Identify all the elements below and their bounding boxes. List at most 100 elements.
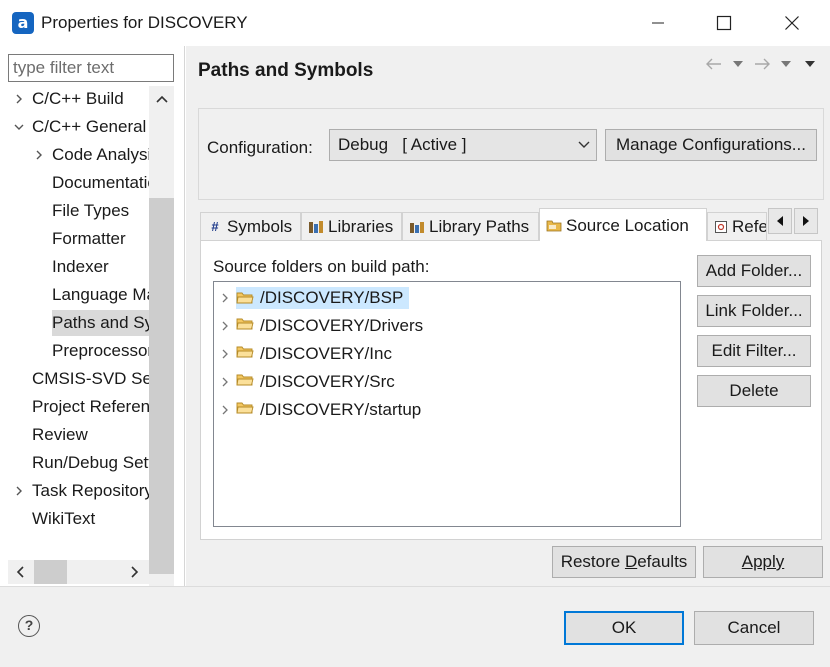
dialog-button-bar: ? OK Cancel <box>0 586 830 667</box>
app-logo-icon: a <box>12 12 34 34</box>
apply-button[interactable]: Apply <box>703 546 823 578</box>
tree-item-label: CMSIS-SVD Settings <box>32 369 150 388</box>
source-folder-row[interactable]: /DISCOVERY/Src <box>214 368 680 396</box>
restore-defaults-label: Restore Defaults <box>560 552 688 571</box>
configuration-select[interactable]: Debug [ Active ] <box>329 129 597 161</box>
library-icon <box>308 219 324 235</box>
chevron-right-icon[interactable] <box>214 405 236 415</box>
chevron-right-icon[interactable] <box>12 86 26 112</box>
source-folders-label: Source folders on build path: <box>213 257 430 276</box>
source-folder-item: /DISCOVERY/Inc <box>236 344 394 364</box>
chevron-up-icon <box>155 95 168 103</box>
source-folder-path: /DISCOVERY/Src <box>260 372 395 391</box>
chevron-right-icon[interactable] <box>214 321 236 331</box>
folder-icon <box>236 372 256 388</box>
tab-scroll-left-button[interactable] <box>768 208 792 234</box>
source-folder-path: /DISCOVERY/Inc <box>260 344 392 363</box>
view-menu-icon[interactable] <box>800 54 820 74</box>
add-folder-button[interactable]: Add Folder... <box>697 255 811 287</box>
tab-label: Libraries <box>328 217 394 236</box>
tab-label: Library Paths <box>429 217 530 236</box>
configuration-value: Debug [ Active ] <box>338 135 467 154</box>
folder-icon <box>236 316 256 332</box>
navigation-pane: C/C++ Build C/C++ General Code Analysis Doc… <box>0 46 185 604</box>
tree-item-label: Project References <box>32 397 150 416</box>
page-title: Paths and Symbols <box>198 60 374 81</box>
manage-configurations-button[interactable]: Manage Configurations... <box>605 129 817 161</box>
hash-icon: # <box>211 219 219 234</box>
source-location-panel: Source folders on build path: /DISCOVERY… <box>200 240 822 540</box>
scroll-up-button[interactable] <box>149 86 174 112</box>
edit-filter-button[interactable]: Edit Filter... <box>697 335 811 367</box>
chevron-right-icon <box>131 566 139 578</box>
chevron-right-icon[interactable] <box>214 377 236 387</box>
scroll-left-button[interactable] <box>8 560 32 584</box>
source-folder-row[interactable]: /DISCOVERY/Drivers <box>214 312 680 340</box>
tab-references[interactable]: References <box>707 212 767 240</box>
close-icon <box>785 16 799 30</box>
library-path-icon <box>409 219 425 235</box>
tree-horizontal-scrollbar[interactable] <box>8 560 149 584</box>
tab-symbols[interactable]: # Symbols <box>200 212 301 240</box>
tab-libraries[interactable]: Libraries <box>301 212 402 240</box>
tab-bar: # Symbols Libraries Library Paths Source… <box>200 208 822 241</box>
chevron-left-icon <box>16 566 24 578</box>
tree-vertical-scrollbar[interactable] <box>149 86 174 604</box>
back-menu-icon[interactable] <box>728 54 748 74</box>
source-folder-row[interactable]: /DISCOVERY/startup <box>214 396 680 424</box>
delete-button[interactable]: Delete <box>697 375 811 407</box>
title-bar: a Properties for DISCOVERY <box>0 0 830 46</box>
tree-item-label: Indexer <box>52 257 109 276</box>
tree-item-label: Run/Debug Settings <box>32 453 150 472</box>
chevron-right-icon[interactable] <box>32 142 46 168</box>
folder-icon <box>236 400 256 416</box>
source-folder-item: /DISCOVERY/BSP <box>236 287 410 309</box>
ok-button[interactable]: OK <box>564 611 684 645</box>
property-tree: C/C++ Build C/C++ General Code Analysis Doc… <box>8 86 150 562</box>
link-folder-button[interactable]: Link Folder... <box>697 295 811 327</box>
tree-item-label: Code Analysis <box>52 145 150 164</box>
filter-input[interactable] <box>8 54 174 82</box>
triangle-right-icon <box>803 216 809 226</box>
source-folder-path: /DISCOVERY/Drivers <box>260 316 424 335</box>
configuration-group: Configuration: Debug [ Active ] Manage C… <box>198 108 824 200</box>
source-folder-row[interactable]: /DISCOVERY/BSP <box>214 284 680 312</box>
tree-item-label: Language Mappings <box>52 285 150 304</box>
tree-item-label: Task Repository <box>32 481 150 500</box>
source-folder-list[interactable]: /DISCOVERY/BSP/DISCOVERY/Drivers/DISCOVE… <box>213 281 681 527</box>
tab-library-paths[interactable]: Library Paths <box>402 212 539 240</box>
source-folder-row[interactable]: /DISCOVERY/Inc <box>214 340 680 368</box>
tree-item-label: WikiText <box>32 509 96 528</box>
help-icon[interactable]: ? <box>18 615 40 637</box>
tree-item-label: C/C++ General <box>32 117 147 136</box>
tree-item-label: Review <box>32 425 88 444</box>
source-folder-item: /DISCOVERY/Src <box>236 372 397 392</box>
forward-arrow-icon[interactable] <box>752 54 772 74</box>
chevron-right-icon[interactable] <box>214 293 236 303</box>
tab-label: Symbols <box>227 217 293 236</box>
cancel-button[interactable]: Cancel <box>694 611 814 645</box>
chevron-right-icon[interactable] <box>12 478 26 504</box>
forward-menu-icon[interactable] <box>776 54 796 74</box>
triangle-left-icon <box>777 216 783 226</box>
chevron-right-icon[interactable] <box>214 349 236 359</box>
close-button[interactable] <box>760 0 824 46</box>
chevron-down-icon[interactable] <box>12 114 26 140</box>
restore-defaults-button[interactable]: Restore Defaults <box>552 546 696 578</box>
minimize-button[interactable] <box>626 0 690 46</box>
tree-item-label: C/C++ Build <box>32 89 124 108</box>
tab-source-location[interactable]: Source Location <box>539 208 707 241</box>
tree-item-label: Documentation <box>52 173 150 192</box>
maximize-button[interactable] <box>692 0 756 46</box>
back-arrow-icon[interactable] <box>704 54 724 74</box>
tab-label: References <box>732 217 767 236</box>
scroll-right-button[interactable] <box>123 560 147 584</box>
hscroll-thumb[interactable] <box>34 560 67 584</box>
folder-icon <box>236 290 256 306</box>
tab-scroll-right-button[interactable] <box>794 208 818 234</box>
scroll-thumb[interactable] <box>149 198 174 574</box>
window-title: Properties for DISCOVERY <box>41 13 248 32</box>
folder-icon <box>236 344 256 360</box>
tree-item-label: Paths and Symbols <box>52 310 150 336</box>
properties-page: Paths and Symbols Configuration: Debug [… <box>186 46 830 586</box>
